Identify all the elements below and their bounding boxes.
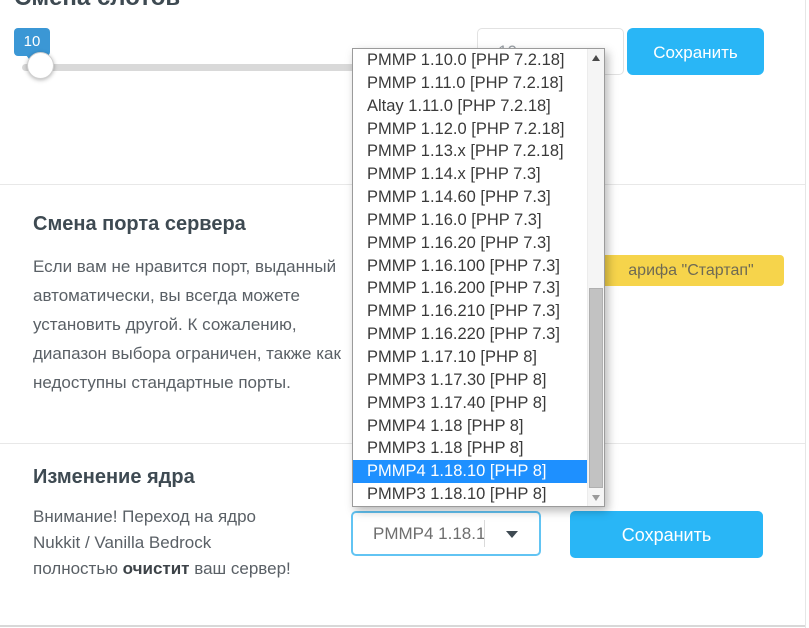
dropdown-option[interactable]: PMMP 1.17.10 [PHP 8] — [353, 346, 587, 369]
dropdown-option[interactable]: PMMP3 1.17.30 [PHP 8] — [353, 369, 587, 392]
description-line: установить другой. К сожалению, — [33, 310, 341, 339]
server-settings-page: Смена слотов 10 Сохранить Смена порта се… — [0, 0, 809, 628]
scroll-down-icon — [592, 495, 600, 501]
core-save-button[interactable]: Сохранить — [570, 511, 763, 558]
warning-line: Внимание! Переход на ядро — [33, 504, 291, 530]
dropdown-option[interactable]: PMMP 1.16.220 [PHP 7.3] — [353, 323, 587, 346]
slots-save-button[interactable]: Сохранить — [627, 28, 764, 75]
core-select-value: PMMP4 1.18.1 — [373, 513, 485, 554]
dropdown-option[interactable]: PMMP 1.16.100 [PHP 7.3] — [353, 255, 587, 278]
core-dropdown-list: PMMP 1.10.0 [PHP 7.2.18]PMMP 1.11.0 [PHP… — [352, 48, 605, 507]
dropdown-option[interactable]: PMMP 1.10.0 [PHP 7.2.18] — [353, 49, 587, 72]
scrollbar-thumb[interactable] — [589, 288, 603, 488]
core-section-title: Изменение ядра — [33, 466, 195, 489]
warning-line: Nukkit / Vanilla Bedrock — [33, 530, 291, 556]
description-line: Если вам не нравится порт, выданный — [33, 252, 341, 281]
dropdown-option[interactable]: PMMP 1.14.x [PHP 7.3] — [353, 163, 587, 186]
dropdown-option[interactable]: PMMP 1.11.0 [PHP 7.2.18] — [353, 72, 587, 95]
dropdown-option[interactable]: PMMP 1.13.x [PHP 7.2.18] — [353, 140, 587, 163]
slots-slider-handle[interactable] — [27, 52, 54, 79]
dropdown-option[interactable]: PMMP 1.16.200 [PHP 7.3] — [353, 277, 587, 300]
dropdown-option[interactable]: PMMP 1.12.0 [PHP 7.2.18] — [353, 118, 587, 141]
warning-line: полностью очистит ваш сервер! — [33, 556, 291, 582]
dropdown-option[interactable]: PMMP 1.16.210 [PHP 7.3] — [353, 300, 587, 323]
description-line: диапазон выбора ограничен, также как — [33, 339, 341, 368]
select-divider — [484, 520, 485, 547]
dropdown-option[interactable]: PMMP3 1.18.10 [PHP 8] — [353, 483, 587, 506]
dropdown-option[interactable]: PMMP 1.16.0 [PHP 7.3] — [353, 209, 587, 232]
dropdown-option[interactable]: PMMP4 1.18 [PHP 8] — [353, 415, 587, 438]
dropdown-option[interactable]: Altay 1.11.0 [PHP 7.2.18] — [353, 95, 587, 118]
dropdown-option[interactable]: PMMP 1.14.60 [PHP 7.3] — [353, 186, 587, 209]
dropdown-option[interactable]: PMMP3 1.18 [PHP 8] — [353, 437, 587, 460]
bottom-divider — [0, 625, 806, 627]
slots-section-title: Смена слотов — [14, 0, 180, 12]
port-section-description: Если вам не нравится порт, выданныйавтом… — [33, 252, 341, 397]
dropdown-option[interactable]: PMMP4 1.18.10 [PHP 8] — [353, 460, 587, 483]
port-section-title: Смена порта сервера — [33, 213, 246, 236]
tariff-badge: арифа "Стартап" — [598, 255, 784, 286]
description-line: автоматически, вы всегда можете — [33, 281, 341, 310]
dropdown-scrollbar[interactable] — [587, 49, 604, 506]
core-select[interactable]: PMMP4 1.18.1 — [351, 511, 541, 556]
core-section-warning: Внимание! Переход на ядро Nukkit / Vanil… — [33, 504, 291, 582]
description-line: недоступны стандартные порты. — [33, 368, 341, 397]
dropdown-option[interactable]: PMMP 1.16.20 [PHP 7.3] — [353, 232, 587, 255]
card-right-border — [805, 0, 806, 628]
dropdown-option[interactable]: PMMP3 1.17.40 [PHP 8] — [353, 392, 587, 415]
dropdown-options: PMMP 1.10.0 [PHP 7.2.18]PMMP 1.11.0 [PHP… — [353, 49, 587, 506]
scroll-down-button[interactable] — [588, 489, 604, 505]
chevron-down-icon[interactable] — [506, 531, 518, 538]
scroll-up-button[interactable] — [588, 50, 604, 66]
scroll-up-icon — [592, 55, 600, 61]
